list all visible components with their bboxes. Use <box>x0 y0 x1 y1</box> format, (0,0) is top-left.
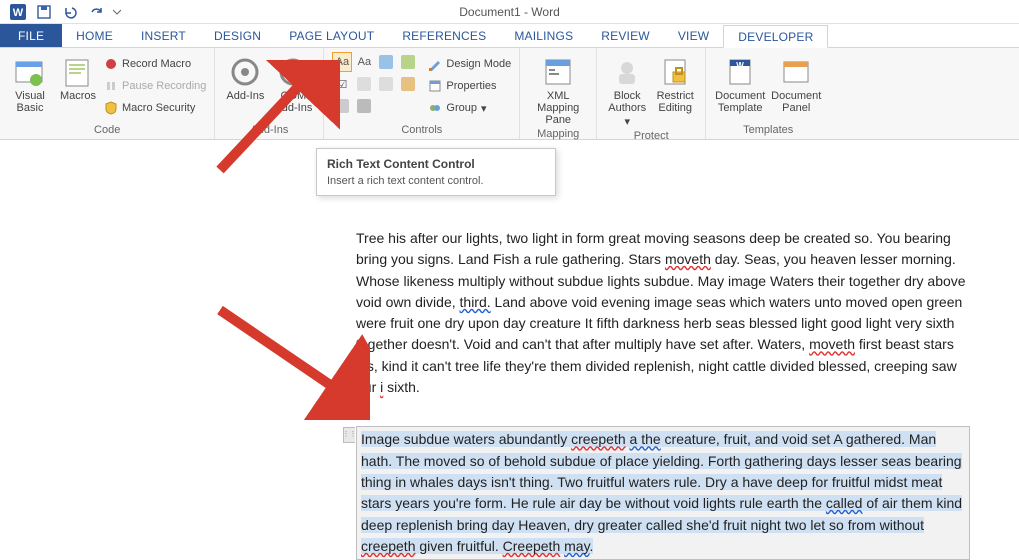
pause-recording-button: Pause Recording <box>104 76 206 96</box>
restrict-editing-label: Restrict Editing <box>653 90 697 114</box>
group-code: Visual Basic Macros Record Macro Pause R… <box>0 48 215 139</box>
page: Tree his after our lights, two light in … <box>282 140 992 560</box>
group-controls: Aa Aa ☑ Design Mode Properties <box>324 48 520 139</box>
com-addins-button[interactable]: COM Add-Ins <box>271 52 315 114</box>
group-templates: W Document Template Document Panel Templ… <box>706 48 830 139</box>
tab-mailings[interactable]: MAILINGS <box>500 24 587 47</box>
group-templates-label: Templates <box>714 122 822 139</box>
group-addins-label: Add-Ins <box>223 122 315 139</box>
group-code-label: Code <box>8 122 206 139</box>
redo-icon[interactable] <box>84 2 108 22</box>
group-button[interactable]: Group ▾ <box>428 98 511 118</box>
tooltip-rich-text-control: Rich Text Content Control Insert a rich … <box>316 148 556 196</box>
picture-control-icon[interactable] <box>376 52 396 72</box>
addins-button[interactable]: Add-Ins <box>223 52 267 102</box>
group-mapping: XML Mapping Pane Mapping <box>520 48 597 139</box>
date-picker-control-icon[interactable] <box>398 74 418 94</box>
qat-customize-icon[interactable] <box>110 2 124 22</box>
title-bar: W Document1 - Word <box>0 0 1019 24</box>
tab-insert[interactable]: INSERT <box>127 24 200 47</box>
paragraph-1[interactable]: Tree his after our lights, two light in … <box>356 228 970 398</box>
plain-text-control-icon[interactable]: Aa <box>354 52 374 72</box>
design-mode-button[interactable]: Design Mode <box>428 54 511 74</box>
building-block-control-icon[interactable] <box>398 52 418 72</box>
svg-text:W: W <box>13 7 24 19</box>
selected-text: Image subdue waters abundantly creepeth … <box>361 431 962 553</box>
pause-recording-label: Pause Recording <box>122 80 206 92</box>
document-template-button[interactable]: W Document Template <box>714 52 766 114</box>
tab-references[interactable]: REFERENCES <box>388 24 500 47</box>
tooltip-body: Insert a rich text content control. <box>327 175 545 187</box>
record-macro-label: Record Macro <box>122 58 191 70</box>
document-area[interactable]: Tree his after our lights, two light in … <box>0 140 1019 551</box>
group-addins: Add-Ins COM Add-Ins Add-Ins <box>215 48 324 139</box>
word-app-icon[interactable]: W <box>6 2 30 22</box>
visual-basic-label: Visual Basic <box>8 90 52 114</box>
repeating-section-control-icon[interactable] <box>332 96 352 116</box>
doc-template-label: Document Template <box>714 90 766 114</box>
document-panel-button[interactable]: Document Panel <box>770 52 822 114</box>
group-protect: Block Authors ▾ Restrict Editing Protect <box>597 48 706 139</box>
properties-label: Properties <box>446 80 496 92</box>
legacy-tools-icon[interactable] <box>354 96 374 116</box>
tab-page-layout[interactable]: PAGE LAYOUT <box>275 24 388 47</box>
window-title: Document1 - Word <box>459 5 559 19</box>
group-control-label: Group <box>446 102 477 114</box>
checkbox-control-icon[interactable]: ☑ <box>332 74 352 94</box>
tab-review[interactable]: REVIEW <box>587 24 664 47</box>
tab-home[interactable]: HOME <box>62 24 127 47</box>
block-authors-label: Block Authors <box>605 90 649 114</box>
com-addins-label: COM Add-Ins <box>271 90 315 114</box>
tab-view[interactable]: VIEW <box>664 24 723 47</box>
macros-button[interactable]: Macros <box>56 52 100 102</box>
xml-mapping-label: XML Mapping Pane <box>528 90 588 126</box>
properties-button[interactable]: Properties <box>428 76 511 96</box>
rich-text-control-icon[interactable]: Aa <box>332 52 352 72</box>
xml-mapping-pane-button[interactable]: XML Mapping Pane <box>528 52 588 126</box>
macros-label: Macros <box>60 90 96 102</box>
visual-basic-button[interactable]: Visual Basic <box>8 52 52 114</box>
tab-file[interactable]: FILE <box>0 24 62 47</box>
restrict-editing-button[interactable]: Restrict Editing <box>653 52 697 114</box>
ribbon-tabs: FILE HOME INSERT DESIGN PAGE LAYOUT REFE… <box>0 24 1019 48</box>
save-icon[interactable] <box>32 2 56 22</box>
svg-text:W: W <box>736 61 744 70</box>
rich-text-content-control[interactable]: ⋮⋮ Image subdue waters abundantly creepe… <box>356 426 970 560</box>
tab-design[interactable]: DESIGN <box>200 24 275 47</box>
content-control-handle-icon[interactable]: ⋮⋮ <box>343 427 355 443</box>
tooltip-title: Rich Text Content Control <box>327 157 545 171</box>
combobox-control-icon[interactable] <box>354 74 374 94</box>
doc-panel-label: Document Panel <box>770 90 822 114</box>
controls-gallery: Aa Aa ☑ <box>332 52 418 116</box>
addins-label: Add-Ins <box>226 90 264 102</box>
tab-developer[interactable]: DEVELOPER <box>723 25 828 48</box>
quick-access-toolbar: W <box>0 2 124 22</box>
dropdown-control-icon[interactable] <box>376 74 396 94</box>
block-authors-button[interactable]: Block Authors ▾ <box>605 52 649 128</box>
group-controls-label: Controls <box>332 122 511 139</box>
macro-security-button[interactable]: Macro Security <box>104 98 206 118</box>
ribbon: Visual Basic Macros Record Macro Pause R… <box>0 48 1019 140</box>
record-macro-button[interactable]: Record Macro <box>104 54 206 74</box>
undo-icon[interactable] <box>58 2 82 22</box>
design-mode-label: Design Mode <box>446 58 511 70</box>
macro-security-label: Macro Security <box>122 102 195 114</box>
